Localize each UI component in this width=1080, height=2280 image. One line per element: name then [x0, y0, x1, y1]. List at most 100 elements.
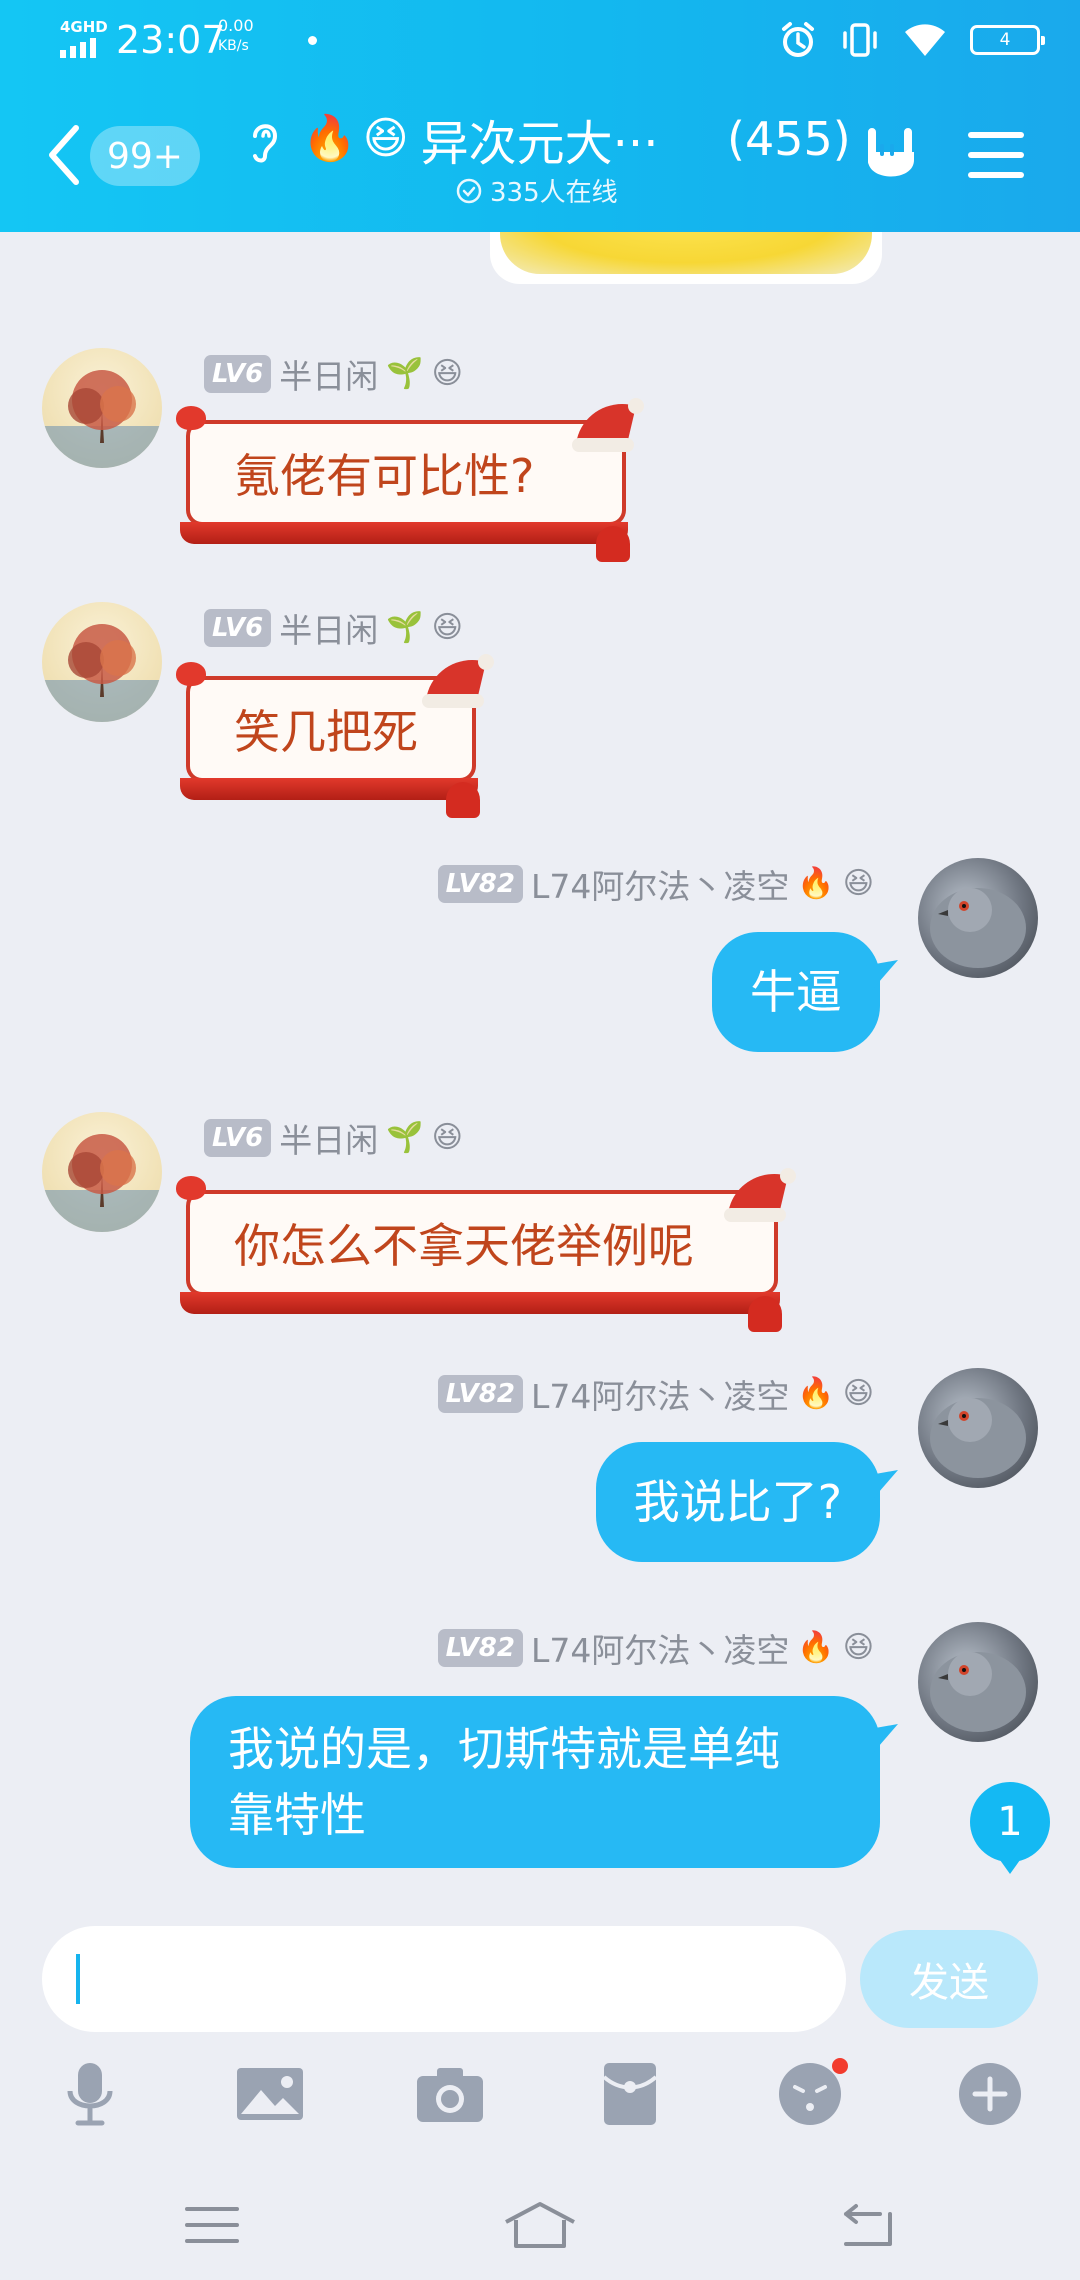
bell-icon — [446, 782, 480, 818]
message-bubble[interactable]: 笑几把死 — [176, 654, 494, 818]
sprout-icon: 🌱 — [386, 610, 424, 645]
camera-icon[interactable] — [410, 2054, 490, 2134]
image-message-partial[interactable] — [490, 232, 882, 284]
home-nav-icon[interactable] — [500, 2190, 580, 2260]
message-bubble[interactable]: 牛逼 — [712, 932, 898, 1052]
sender-name[interactable]: L74阿尔法丶凌空 — [531, 1624, 789, 1672]
message-bubble[interactable]: 我说比了? — [595, 1442, 898, 1562]
santa-hat-icon — [422, 654, 494, 708]
ribbon-decoration — [180, 1292, 780, 1314]
sender-line: LV6 半日闲 🌱 😆 — [204, 604, 463, 652]
avatar[interactable] — [918, 1368, 1038, 1488]
system-nav-bar — [0, 2180, 1080, 2280]
message-text: 我说比了? — [633, 1475, 842, 1529]
message-input[interactable] — [86, 1926, 826, 2032]
online-count: 335人在线 — [490, 178, 618, 208]
new-message-badge[interactable]: 1 — [970, 1782, 1050, 1874]
tree-avatar-icon — [42, 1134, 162, 1232]
level-badge: LV6 — [204, 609, 272, 647]
unread-count-badge[interactable]: 99+ — [90, 126, 200, 186]
bubble-tail — [864, 960, 898, 990]
notification-dot — [308, 36, 317, 45]
group-name: 异次元大··· — [420, 116, 659, 172]
message-bubble[interactable]: 氪佬有可比性? — [176, 398, 644, 562]
sender-name[interactable]: L74阿尔法丶凌空 — [531, 860, 789, 908]
send-button[interactable]: 发送 — [860, 1930, 1038, 2028]
sender-line: LV82 L74阿尔法丶凌空 🔥 😆 — [437, 860, 874, 908]
chat-toolbar — [0, 2054, 1080, 2144]
sprout-icon: 🌱 — [386, 356, 424, 391]
tree-avatar-icon — [42, 370, 162, 468]
sender-name[interactable]: L74阿尔法丶凌空 — [531, 1370, 789, 1418]
bubble-tail — [864, 1470, 898, 1500]
message-bubble[interactable]: 你怎么不拿天佬举例呢 — [176, 1168, 796, 1332]
network-type: 4GHD — [60, 18, 108, 36]
pigeon-avatar-icon — [930, 1652, 1026, 1732]
message-input-container[interactable] — [42, 1926, 846, 2032]
plus-icon[interactable] — [950, 2054, 1030, 2134]
tree-avatar-icon — [42, 624, 162, 722]
message-text: 牛逼 — [750, 965, 842, 1019]
sender-line: LV82 L74阿尔法丶凌空 🔥 😆 — [437, 1370, 874, 1418]
message-text: 你怎么不拿天佬举例呢 — [234, 1219, 694, 1273]
fire-icon: 🔥 — [797, 1630, 835, 1665]
avatar[interactable] — [918, 858, 1038, 978]
emoji-icon[interactable] — [770, 2054, 850, 2134]
sender-line: LV82 L74阿尔法丶凌空 🔥 😆 — [437, 1624, 874, 1672]
text-caret — [76, 1954, 80, 2004]
red-packet-icon[interactable] — [590, 2054, 670, 2134]
bow-icon — [176, 662, 206, 686]
back-icon[interactable] — [44, 122, 84, 188]
pigeon-avatar-icon — [930, 1398, 1026, 1478]
bell-icon — [748, 1296, 782, 1332]
chat-header: 4GHD 23:07 0.00 KB/s 4 99+ 🔥 😆 异次元大··· (… — [0, 0, 1080, 232]
bubble-tail — [864, 1724, 898, 1754]
signal-icon: 4GHD — [58, 18, 108, 58]
message-text-line: 靠特性 — [228, 1788, 366, 1842]
level-badge: LV82 — [437, 1629, 523, 1667]
laughing-face-icon: 😆 — [362, 113, 409, 164]
sender-name[interactable]: 半日闲 — [279, 604, 378, 652]
avatar[interactable] — [42, 602, 162, 722]
level-badge: LV82 — [437, 865, 523, 903]
back-nav-icon[interactable] — [828, 2190, 908, 2260]
check-circle-icon — [456, 178, 482, 203]
fire-icon: 🔥 — [302, 113, 357, 164]
avatar[interactable] — [42, 348, 162, 468]
sprout-icon: 🌱 — [386, 1120, 424, 1155]
santa-hat-icon — [572, 398, 644, 452]
avatar[interactable] — [42, 1112, 162, 1232]
network-speed: 0.00 KB/s — [218, 16, 254, 54]
fire-icon: 🔥 — [797, 1376, 835, 1411]
sender-line: LV6 半日闲 🌱 😆 — [204, 350, 463, 398]
bow-icon — [176, 1176, 206, 1200]
menu-nav-icon[interactable] — [172, 2190, 252, 2260]
battery-icon: 4 — [970, 25, 1045, 55]
rock-hand-icon[interactable] — [858, 122, 924, 188]
sender-name[interactable]: 半日闲 — [279, 350, 378, 398]
microphone-icon[interactable] — [50, 2054, 130, 2134]
alarm-icon — [782, 22, 814, 57]
sender-line: LV6 半日闲 🌱 😆 — [204, 1114, 463, 1162]
laughing-face-icon: 😆 — [842, 1630, 874, 1665]
message-text: 笑几把死 — [234, 705, 418, 759]
clock: 23:07 — [116, 18, 226, 62]
message-text-line: 我说的是，切斯特就是单纯 — [228, 1722, 780, 1776]
image-icon[interactable] — [230, 2054, 310, 2134]
laughing-face-icon: 😆 — [431, 1120, 463, 1155]
bow-icon — [176, 406, 206, 430]
message-bubble[interactable]: 我说的是，切斯特就是单纯 靠特性 — [190, 1696, 898, 1868]
laughing-face-icon: 😆 — [431, 356, 463, 391]
sender-name[interactable]: 半日闲 — [279, 1114, 378, 1162]
level-badge: LV6 — [204, 1119, 272, 1157]
ribbon-decoration — [180, 522, 628, 544]
ribbon-decoration — [180, 778, 478, 800]
menu-icon[interactable] — [968, 132, 1024, 180]
avatar[interactable] — [918, 1622, 1038, 1742]
ear-icon[interactable] — [243, 116, 283, 166]
laughing-face-icon: 😆 — [431, 610, 463, 645]
laughing-face-icon: 😆 — [842, 866, 874, 901]
group-title[interactable]: 🔥 😆 异次元大··· (455) — [302, 104, 851, 174]
online-status: 335人在线 — [456, 172, 618, 209]
santa-hat-icon — [724, 1168, 796, 1222]
